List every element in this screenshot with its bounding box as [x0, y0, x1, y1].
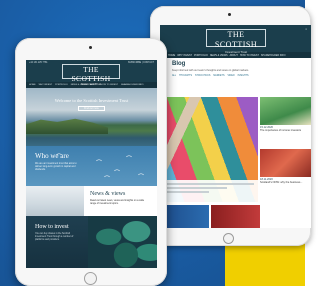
blog-site-header: THE SCOTTISH Investment Trust ≡ — [160, 25, 311, 54]
homepage-screen: +44 131 225 7781 SUBSCRIBE | CONTACT THE… — [26, 60, 157, 268]
nav-item-home[interactable]: HOME — [168, 54, 175, 57]
bird-icon: ⌒ — [56, 155, 63, 161]
section-text: Read our latest news, views and insights… — [90, 199, 145, 205]
camera-icon — [228, 13, 231, 16]
logo-name: THE SCOTTISH — [214, 30, 258, 49]
featured-post-image[interactable] — [160, 97, 258, 202]
bird-icon: ⌒ — [126, 157, 133, 163]
hero-landscape-image — [26, 118, 108, 134]
home-button-icon — [223, 233, 234, 244]
filter-video[interactable]: VIDEO — [228, 75, 235, 77]
nav-item-why-invest[interactable]: WHY INVEST — [177, 54, 192, 57]
bird-icon: ⌒ — [96, 161, 103, 167]
filter-thoughts[interactable]: THOUGHTS — [179, 75, 192, 77]
blog-card-title: The importance of income investors — [260, 129, 302, 132]
filter-markets[interactable]: MARKETS — [213, 75, 224, 77]
blog-card[interactable]: 18.11.2020 Scotland's NOW: why the busin… — [260, 149, 311, 184]
menu-icon[interactable]: ≡ — [306, 28, 307, 31]
blog-post-grid: 15.12.2020 The importance of income inve… — [160, 97, 311, 228]
logo-sub: Investment Trust — [81, 83, 101, 86]
home-button-icon — [84, 272, 97, 285]
section-title: Who we are — [35, 152, 69, 160]
news-image — [26, 186, 84, 216]
nav-item-shareholder[interactable]: SHAREHOLDER INFO — [121, 84, 144, 86]
blog-card[interactable]: 15.12.2020 The importance of income inve… — [260, 97, 311, 132]
hero-banner: Welcome to the Scottish Investment Trust… — [26, 88, 157, 146]
section-text: We are an investment trust that aims to … — [35, 162, 77, 171]
blog-page-screen: THE SCOTTISH Investment Trust ≡ HOME WHY… — [160, 25, 311, 228]
leaves-image — [88, 216, 157, 268]
blog-bottom-row — [160, 205, 311, 228]
utility-links[interactable]: SUBSCRIBE | CONTACT — [128, 62, 154, 64]
blog-filter-bar: ALL THOUGHTS STOCK PICKS MARKETS VIDEO I… — [160, 72, 311, 80]
hero-button[interactable]: Find out more — [78, 106, 105, 111]
phone-number[interactable]: +44 131 225 7781 — [29, 62, 48, 64]
featured-post-caption — [160, 180, 258, 202]
filter-all[interactable]: ALL — [172, 75, 176, 77]
site-header: +44 131 225 7781 SUBSCRIBE | CONTACT THE… — [26, 60, 157, 86]
nav-item-home[interactable]: HOME — [29, 84, 36, 86]
logo-name: THE SCOTTISH — [71, 65, 111, 83]
nav-item-why-invest[interactable]: WHY INVEST — [39, 84, 53, 86]
who-we-are-section: Who we are We are an investment trust th… — [26, 146, 157, 186]
section-title[interactable]: News & views — [90, 191, 125, 197]
blog-card-image — [260, 97, 311, 125]
filter-insights[interactable]: INSIGHTS — [238, 75, 249, 77]
bird-icon: ⌒ — [138, 175, 145, 181]
blog-card-title: Scotland's NOW: why the business... — [260, 181, 303, 184]
site-logo[interactable]: THE SCOTTISH Investment Trust — [62, 64, 120, 86]
blog-thumb[interactable] — [211, 205, 260, 228]
blog-thumb[interactable] — [262, 205, 311, 228]
section-title[interactable]: How to invest — [35, 224, 69, 230]
blog-thumb[interactable] — [160, 205, 209, 228]
logo-sub: Investment Trust — [224, 50, 248, 54]
nav-item-portfolio[interactable]: PORTFOLIO — [194, 54, 208, 57]
camera-icon — [89, 46, 92, 49]
site-logo[interactable]: THE SCOTTISH Investment Trust — [206, 29, 266, 54]
bird-icon: ⌒ — [104, 177, 111, 183]
tablet-back-device: THE SCOTTISH Investment Trust ≡ HOME WHY… — [150, 6, 311, 246]
blog-heading: Blog Keep informed with our team's thoug… — [160, 58, 311, 72]
page-title: Blog — [172, 61, 186, 67]
tablet-front-device: +44 131 225 7781 SUBSCRIBE | CONTACT THE… — [15, 38, 167, 286]
how-to-invest-section: How to invest You can buy shares in the … — [26, 216, 157, 268]
blog-card-image — [260, 149, 311, 177]
news-views-section: News & views Read our latest news, views… — [26, 186, 157, 216]
section-text: You can buy shares in the Scottish Inves… — [35, 233, 74, 241]
bird-icon: ⌒ — [114, 171, 121, 177]
filter-stock-picks[interactable]: STOCK PICKS — [195, 75, 210, 77]
hero-title: Welcome to the Scottish Investment Trust — [54, 98, 129, 103]
